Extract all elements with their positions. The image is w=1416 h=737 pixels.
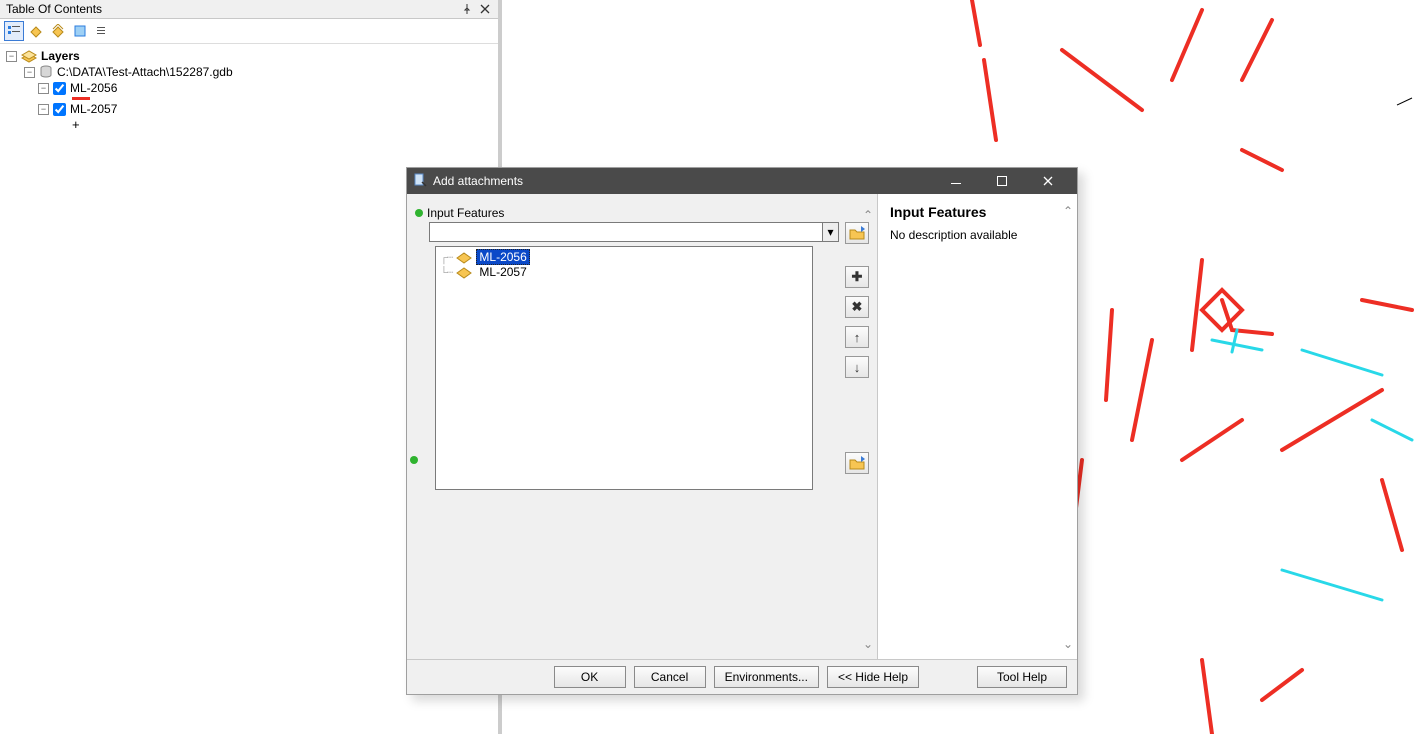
toc-title: Table Of Contents <box>6 2 102 16</box>
list-item-label: ML-2057 <box>476 265 529 279</box>
toc-toolbar <box>0 19 498 44</box>
tool-icon <box>413 173 427 190</box>
required-indicator-icon <box>415 209 423 217</box>
minimize-button[interactable] <box>933 168 979 194</box>
layer-name: ML-2056 <box>70 81 117 95</box>
browse-button[interactable] <box>845 222 869 244</box>
gdb-row[interactable]: − C:\DATA\Test-Attach\152287.gdb <box>6 64 492 80</box>
geodatabase-icon <box>39 65 53 79</box>
layers-root[interactable]: − Layers <box>6 48 492 64</box>
list-item-label: ML-2056 <box>476 249 529 265</box>
dialog-body: Input Features ▾ ┌┄ ML-2056 <box>407 194 1077 660</box>
tree-connector-icon: ┌┄ <box>440 251 452 264</box>
list-side-buttons: ✚ ✖ ↑ ↓ <box>845 222 869 474</box>
input-features-listbox[interactable]: ┌┄ ML-2056 └┄ ML-2057 <box>435 246 813 490</box>
layer-checkbox[interactable] <box>53 82 66 95</box>
toc-header-actions <box>460 2 492 16</box>
required-indicator-icon <box>410 456 418 464</box>
feature-class-icon <box>456 250 472 264</box>
help-pane: Input Features No description available … <box>877 194 1077 659</box>
help-heading: Input Features <box>890 204 1065 220</box>
list-by-visibility-button[interactable] <box>48 21 68 41</box>
tree-connector-icon: └┄ <box>440 266 452 279</box>
layer-row-0[interactable]: − ML-2056 <box>6 80 492 96</box>
list-by-selection-button[interactable] <box>70 21 90 41</box>
toc-header: Table Of Contents <box>0 0 498 19</box>
input-features-combo[interactable]: ▾ <box>429 222 839 242</box>
help-body: No description available <box>890 228 1065 242</box>
gdb-path: C:\DATA\Test-Attach\152287.gdb <box>57 65 233 79</box>
scroll-up-icon[interactable]: ⌃ <box>1063 204 1073 218</box>
cross-symbol: + <box>72 118 80 131</box>
layer-checkbox[interactable] <box>53 103 66 116</box>
red-line-symbol <box>72 97 90 100</box>
input-features-label: Input Features <box>427 206 504 220</box>
move-down-button[interactable]: ↓ <box>845 356 869 378</box>
environments-button[interactable]: Environments... <box>714 666 819 688</box>
toc-tree: − Layers − C:\DATA\Test-Attach\152287.gd… <box>0 44 498 136</box>
browse-output-button[interactable] <box>845 452 869 474</box>
hide-help-button[interactable]: << Hide Help <box>827 666 919 688</box>
dialog-footer: OK Cancel Environments... << Hide Help T… <box>407 660 1077 694</box>
move-up-button[interactable]: ↑ <box>845 326 869 348</box>
dialog-left-pane: Input Features ▾ ┌┄ ML-2056 <box>407 194 877 659</box>
layer-symbol-1: + <box>6 117 492 132</box>
remove-button[interactable]: ✖ <box>845 296 869 318</box>
input-features-label-row: Input Features <box>415 206 869 220</box>
expander-icon[interactable]: − <box>24 67 35 78</box>
layer-row-1[interactable]: − ML-2057 <box>6 101 492 117</box>
chevron-down-icon[interactable]: ▾ <box>822 223 838 241</box>
tool-help-button[interactable]: Tool Help <box>977 666 1067 688</box>
list-by-drawing-order-button[interactable] <box>4 21 24 41</box>
ok-button[interactable]: OK <box>554 666 626 688</box>
layers-icon <box>21 50 37 63</box>
pin-icon[interactable] <box>460 2 474 16</box>
scroll-down-icon[interactable]: ⌄ <box>1063 637 1073 651</box>
cancel-button[interactable]: Cancel <box>634 666 706 688</box>
dialog-title: Add attachments <box>433 174 933 188</box>
close-button[interactable] <box>1025 168 1071 194</box>
scroll-down-icon[interactable]: ⌄ <box>863 637 873 651</box>
options-button[interactable] <box>92 21 112 41</box>
layer-name: ML-2057 <box>70 102 117 116</box>
feature-class-icon <box>456 265 472 279</box>
scroll-up-icon[interactable]: ⌃ <box>863 208 873 222</box>
add-button[interactable]: ✚ <box>845 266 869 288</box>
close-icon[interactable] <box>478 2 492 16</box>
layers-label: Layers <box>41 49 80 63</box>
input-features-textbox[interactable] <box>430 223 822 241</box>
expander-icon[interactable]: − <box>38 104 49 115</box>
list-item[interactable]: ┌┄ ML-2056 <box>440 249 808 265</box>
list-by-source-button[interactable] <box>26 21 46 41</box>
maximize-button[interactable] <box>979 168 1025 194</box>
dialog-titlebar[interactable]: Add attachments <box>407 168 1077 194</box>
expander-icon[interactable]: − <box>38 83 49 94</box>
add-attachments-dialog: Add attachments Input Features ▾ <box>406 167 1078 695</box>
expander-icon[interactable]: − <box>6 51 17 62</box>
list-item[interactable]: └┄ ML-2057 <box>440 265 808 279</box>
